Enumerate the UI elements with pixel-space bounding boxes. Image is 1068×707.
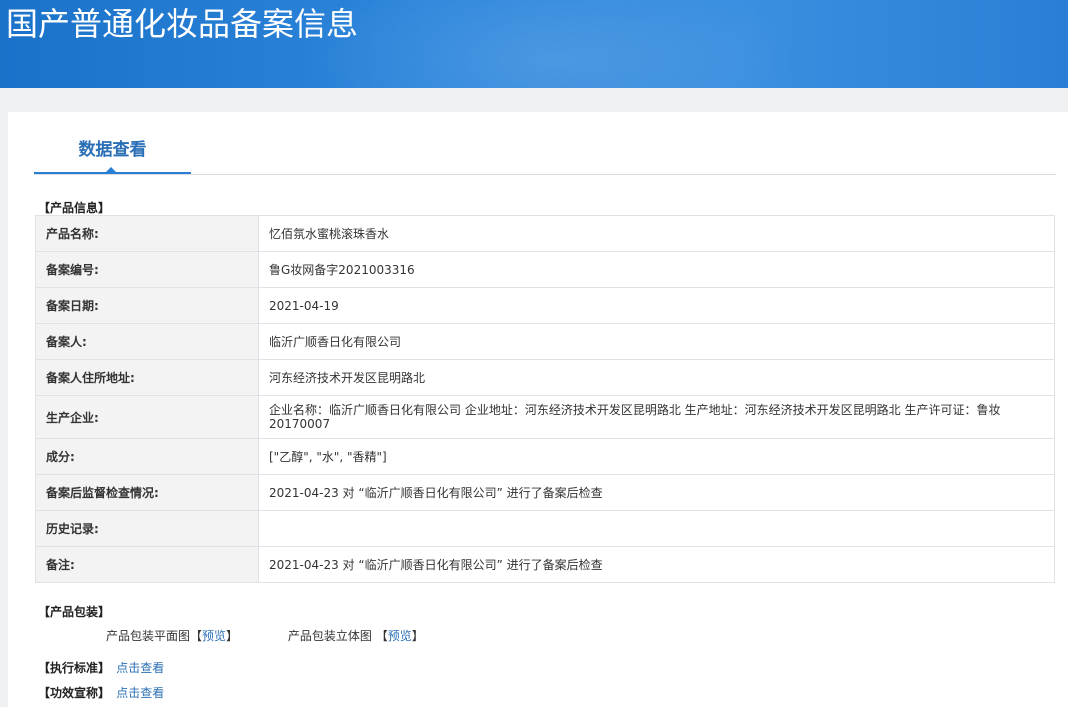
row-key: 备案日期: — [35, 287, 259, 324]
tab-active-caret-icon — [105, 167, 117, 173]
standard-row: 【执行标准】 点击查看 — [38, 659, 164, 676]
table-row: 历史记录: — [35, 510, 1055, 547]
packaging-3d-item: 产品包装立体图 【预览】 — [288, 627, 424, 644]
standard-heading: 【执行标准】 — [38, 661, 111, 675]
row-key: 备案后监督检查情况: — [35, 474, 259, 511]
packaging-flat-label: 产品包装平面图 — [106, 629, 191, 643]
row-value: 临沂广顺香日化有限公司 — [258, 323, 1055, 360]
packaging-3d-label: 产品包装立体图 — [287, 629, 372, 643]
row-key: 备注: — [35, 546, 259, 583]
page-title: 国产普通化妆品备案信息 — [6, 5, 359, 43]
preview-3d-link[interactable]: 预览 — [388, 629, 412, 643]
header-banner: 国产普通化妆品备案信息 — [0, 0, 1068, 88]
row-value: 企业名称：临沂广顺香日化有限公司 企业地址：河东经济技术开发区昆明路北 生产地址… — [258, 395, 1055, 439]
bracket-close: 】 — [226, 629, 239, 643]
table-row: 备注: 2021-04-23 对 “临沂广顺香日化有限公司” 进行了备案后检查 — [35, 546, 1055, 583]
row-key: 产品名称: — [35, 215, 259, 252]
bracket-close: 】 — [411, 629, 424, 643]
row-value: 河东经济技术开发区昆明路北 — [258, 359, 1055, 396]
row-key: 备案编号: — [35, 251, 259, 288]
table-row: 备案编号: 鲁G妆网备字2021003316 — [35, 251, 1055, 288]
content-card: 数据查看 【产品信息】 产品名称: 忆佰氛水蜜桃滚珠香水 备案编号: 鲁G妆网备… — [8, 112, 1068, 707]
row-value: 2021-04-23 对 “临沂广顺香日化有限公司” 进行了备案后检查 — [258, 546, 1055, 583]
row-value: 忆佰氛水蜜桃滚珠香水 — [258, 215, 1055, 252]
table-row: 生产企业: 企业名称：临沂广顺香日化有限公司 企业地址：河东经济技术开发区昆明路… — [35, 395, 1055, 439]
tab-label: 数据查看 — [78, 140, 147, 160]
row-value — [258, 510, 1055, 547]
row-value: 鲁G妆网备字2021003316 — [258, 251, 1055, 288]
row-value: 2021-04-23 对 “临沂广顺香日化有限公司” 进行了备案后检查 — [258, 474, 1055, 511]
efficacy-view-link[interactable]: 点击查看 — [116, 686, 164, 700]
product-info-heading: 【产品信息】 — [38, 201, 111, 215]
packaging-flat-item: 产品包装平面图【预览】 — [106, 627, 238, 644]
preview-flat-link[interactable]: 预览 — [202, 629, 226, 643]
table-row: 备案日期: 2021-04-19 — [35, 287, 1055, 324]
standard-view-link[interactable]: 点击查看 — [116, 661, 164, 675]
row-key: 成分: — [35, 438, 259, 475]
table-row: 产品名称: 忆佰氛水蜜桃滚珠香水 — [35, 215, 1055, 252]
efficacy-heading: 【功效宣称】 — [38, 686, 111, 700]
row-key: 备案人住所地址: — [35, 359, 259, 396]
row-value: ["乙醇", "水", "香精"] — [258, 438, 1055, 475]
table-row: 备案后监督检查情况: 2021-04-23 对 “临沂广顺香日化有限公司” 进行… — [35, 474, 1055, 511]
row-key: 历史记录: — [35, 510, 259, 547]
packaging-heading: 【产品包装】 — [38, 605, 111, 619]
efficacy-row: 【功效宣称】 点击查看 — [38, 684, 164, 701]
packaging-row: 产品包装平面图【预览】 产品包装立体图 【预览】 — [106, 627, 470, 644]
table-row: 成分: ["乙醇", "水", "香精"] — [35, 438, 1055, 475]
row-key: 备案人: — [35, 323, 259, 360]
product-info-table: 产品名称: 忆佰氛水蜜桃滚珠香水 备案编号: 鲁G妆网备字2021003316 … — [35, 215, 1055, 583]
tab-bar: 数据查看 — [34, 112, 1056, 175]
row-key: 生产企业: — [35, 395, 259, 439]
table-row: 备案人: 临沂广顺香日化有限公司 — [35, 323, 1055, 360]
row-value: 2021-04-19 — [258, 287, 1055, 324]
table-row: 备案人住所地址: 河东经济技术开发区昆明路北 — [35, 359, 1055, 396]
bracket-open: 【 — [375, 629, 388, 643]
bracket-open: 【 — [190, 629, 203, 643]
tab-data-view[interactable]: 数据查看 — [34, 112, 191, 174]
